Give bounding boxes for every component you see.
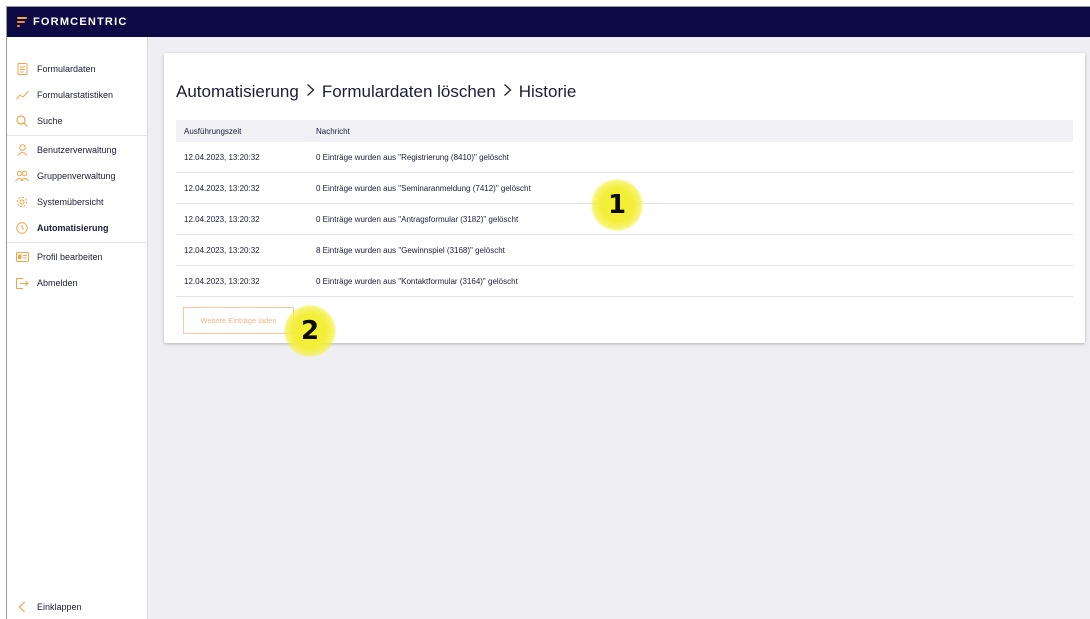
sidebar-item-label: Automatisierung — [37, 223, 109, 233]
logout-icon — [15, 276, 29, 290]
sidebar-item-label: Suche — [37, 116, 63, 126]
table-header: Ausführungszeit Nachricht — [176, 120, 1073, 142]
sidebar-item-gruppenverwaltung[interactable]: Gruppenverwaltung — [7, 163, 147, 189]
sidebar-item-profil-bearbeiten[interactable]: Profil bearbeiten — [7, 244, 147, 270]
load-more-button[interactable]: Weitere Einträge laden — [183, 307, 294, 334]
cell-time: 12.04.2023, 13:20:32 — [184, 245, 260, 255]
chevron-right-icon — [503, 82, 512, 102]
nav-group-profile: Profil bearbeiten Abmelden — [7, 244, 147, 296]
annotation-marker-2: 2 — [284, 305, 336, 357]
sidebar-item-label: Gruppenverwaltung — [37, 171, 116, 181]
chevron-left-icon — [15, 600, 29, 614]
cell-time: 12.04.2023, 13:20:32 — [184, 152, 260, 162]
sidebar-item-formulardaten[interactable]: Formulardaten — [7, 56, 147, 82]
cell-message: 0 Einträge wurden aus "Antragsformular (… — [316, 214, 519, 224]
collapse-label: Einklappen — [37, 602, 82, 612]
sidebar-item-label: Formularstatistiken — [37, 90, 114, 100]
table-row: 12.04.2023, 13:20:32 0 Einträge wurden a… — [176, 142, 1073, 173]
sidebar-item-benutzerverwaltung[interactable]: Benutzerverwaltung — [7, 137, 147, 163]
divider — [7, 135, 147, 136]
nav-group-forms: Formulardaten Formularstatistiken Suche — [7, 56, 147, 134]
cell-message: 8 Einträge wurden aus "Gewinnspiel (3168… — [316, 245, 505, 255]
cell-message: 0 Einträge wurden aus "Registrierung (84… — [316, 152, 509, 162]
chevron-right-icon — [306, 82, 315, 102]
table-row: 12.04.2023, 13:20:32 0 Einträge wurden a… — [176, 266, 1073, 297]
search-icon — [15, 114, 29, 128]
cell-message: 0 Einträge wurden aus "Seminaranmeldung … — [316, 183, 531, 193]
brand-name: FORMCENTRIC — [33, 16, 128, 28]
sidebar-item-label: Benutzerverwaltung — [37, 145, 117, 155]
clock-icon — [15, 221, 29, 235]
sidebar-item-abmelden[interactable]: Abmelden — [7, 270, 147, 296]
sidebar-item-automatisierung[interactable]: Automatisierung — [7, 215, 147, 241]
formcentric-logo-icon — [17, 16, 27, 28]
sidebar-item-suche[interactable]: Suche — [7, 108, 147, 134]
sidebar-item-label: Formulardaten — [37, 64, 96, 74]
users-icon — [15, 169, 29, 183]
cell-message: 0 Einträge wurden aus "Kontaktformular (… — [316, 276, 518, 286]
user-icon — [15, 143, 29, 157]
document-icon — [15, 62, 29, 76]
cell-time: 12.04.2023, 13:20:32 — [184, 276, 260, 286]
id-card-icon — [15, 250, 29, 264]
breadcrumb-item-formulardaten-loeschen[interactable]: Formulardaten löschen — [322, 82, 496, 102]
gear-icon — [15, 195, 29, 209]
sidebar-item-systemuebersicht[interactable]: Systemübersicht — [7, 189, 147, 215]
breadcrumb-item-historie: Historie — [518, 82, 577, 101]
collapse-sidebar-button[interactable]: Einklappen — [7, 600, 82, 614]
top-bar: FORMCENTRIC — [7, 7, 1090, 37]
annotation-marker-1: 1 — [591, 179, 643, 231]
sidebar-item-label: Profil bearbeiten — [37, 252, 103, 262]
column-header-message[interactable]: Nachricht — [316, 127, 1073, 136]
column-header-time[interactable]: Ausführungszeit — [176, 127, 316, 136]
sidebar-item-formularstatistiken[interactable]: Formularstatistiken — [7, 82, 147, 108]
divider — [7, 242, 147, 243]
table-row: 12.04.2023, 13:20:32 8 Einträge wurden a… — [176, 235, 1073, 266]
cell-time: 12.04.2023, 13:20:32 — [184, 183, 260, 193]
breadcrumb-item-automatisierung[interactable]: Automatisierung — [176, 82, 299, 102]
sidebar-item-label: Abmelden — [37, 278, 78, 288]
chart-line-icon — [15, 88, 29, 102]
nav-group-admin: Benutzerverwaltung Gruppenverwaltung Sys… — [7, 137, 147, 241]
cell-time: 12.04.2023, 13:20:32 — [184, 214, 260, 224]
main-content: Automatisierung Formulardaten löschen Hi… — [148, 37, 1090, 619]
app-window: FORMCENTRIC Formulardaten Formularstatis… — [6, 6, 1090, 619]
sidebar-item-label: Systemübersicht — [37, 197, 104, 207]
breadcrumb: Automatisierung Formulardaten löschen Hi… — [176, 82, 576, 102]
sidebar: Formulardaten Formularstatistiken Suche — [7, 37, 148, 619]
